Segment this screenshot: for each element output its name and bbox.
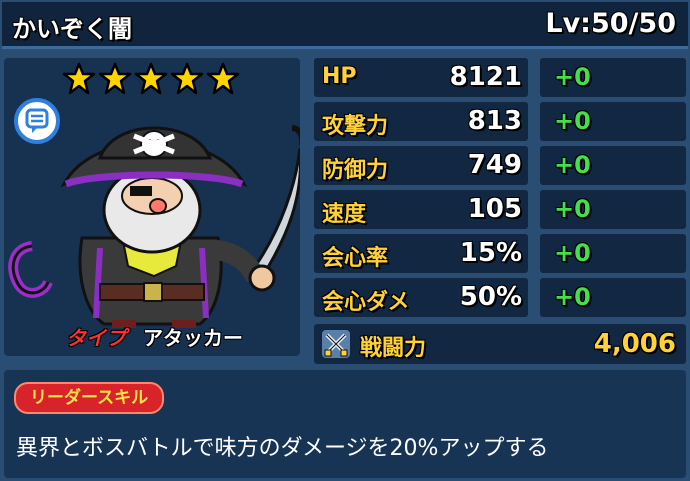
character-name: かいぞく闇	[12, 15, 132, 43]
character-type: タイプ アタッカー	[66, 322, 243, 351]
type-value: アタッカー	[142, 326, 243, 350]
leader-skill-badge: リーダースキル	[14, 382, 165, 414]
stat-label: HP	[322, 64, 357, 89]
stat-value-box: 防御力 749	[314, 146, 528, 185]
stat-bonus: +0	[554, 195, 591, 223]
stat-bonus-box: +0	[540, 102, 686, 141]
stat-bonus-box: +0	[540, 190, 686, 229]
stat-value-box: 会心率 15%	[314, 234, 528, 273]
stat-label: 攻撃力	[322, 114, 389, 139]
stat-label: 速度	[322, 202, 367, 227]
stat-value: 15%	[459, 238, 522, 268]
stat-label: 会心率	[322, 246, 389, 271]
stat-bonus-box: +0	[540, 278, 686, 317]
stat-bonus-box: +0	[540, 146, 686, 185]
leader-skill-description: 異界とボスバトルで味方のダメージを20%アップする	[16, 436, 549, 461]
stat-value: 749	[467, 150, 522, 180]
stat-bonus-box: +0	[540, 58, 686, 97]
stat-value-box: 速度 105	[314, 190, 528, 229]
combat-power-value: 4,006	[593, 329, 676, 359]
header-bar: かいぞく闇 Lv:50/50	[2, 2, 688, 49]
stat-value-box: HP 8121	[314, 58, 528, 97]
stat-value: 8121	[449, 62, 522, 92]
leader-skill-panel: リーダースキル 異界とボスバトルで味方のダメージを20%アップする	[4, 370, 686, 478]
stat-bonus: +0	[554, 151, 591, 179]
stat-label: 防御力	[322, 158, 389, 183]
stat-value-box: 会心ダメ 50%	[314, 278, 528, 317]
stat-value: 813	[467, 106, 522, 136]
stat-label: 会心ダメ	[322, 290, 410, 315]
speech-bubble-button[interactable]	[14, 98, 60, 144]
character-portrait[interactable]: タイプ アタッカー	[4, 58, 300, 356]
stat-bonus-box: +0	[540, 234, 686, 273]
stat-bonus: +0	[554, 63, 591, 91]
character-status-panel: かいぞく闇 Lv:50/50 タイプ アタッカー HP 8121 +0 攻撃力 …	[0, 0, 690, 481]
stat-value-box: 攻撃力 813	[314, 102, 528, 141]
crossed-swords-icon	[322, 330, 350, 358]
combat-power-row: 戦闘力 4,006	[314, 324, 686, 364]
stat-bonus: +0	[554, 283, 591, 311]
speech-bubble-icon	[25, 108, 49, 133]
type-label: タイプ	[66, 326, 126, 350]
character-level: Lv:50/50	[545, 8, 676, 39]
combat-power-label: 戦闘力	[360, 336, 427, 361]
stat-value: 105	[467, 194, 522, 224]
stat-bonus: +0	[554, 107, 591, 135]
stat-bonus: +0	[554, 239, 591, 267]
stat-value: 50%	[459, 282, 522, 312]
